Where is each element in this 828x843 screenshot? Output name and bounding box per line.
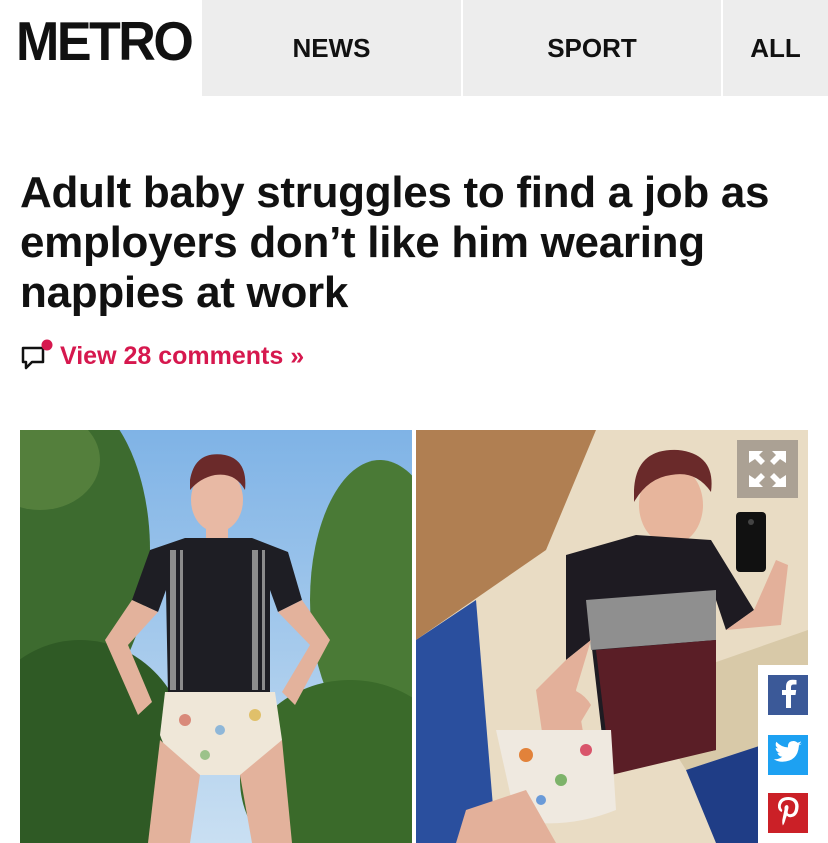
facebook-icon xyxy=(777,678,799,713)
expand-image-button[interactable] xyxy=(737,440,798,498)
social-share-bar xyxy=(758,665,818,843)
article-photo-left[interactable] xyxy=(20,430,412,843)
twitter-icon xyxy=(773,740,803,771)
nav-tab-news[interactable]: NEWS xyxy=(202,0,461,96)
nav-tab-all[interactable]: ALL xyxy=(723,0,828,96)
article-headline: Adult baby struggles to find a job as em… xyxy=(20,168,770,317)
site-header: METRO NEWS SPORT ALL xyxy=(0,0,828,97)
pinterest-icon xyxy=(776,796,800,831)
twitter-share-button[interactable] xyxy=(768,735,808,775)
comments-link-label[interactable]: View 28 comments » xyxy=(60,342,304,371)
comments-link[interactable]: View 28 comments » xyxy=(20,336,304,376)
facebook-share-button[interactable] xyxy=(768,675,808,715)
pinterest-share-button[interactable] xyxy=(768,793,808,833)
nav-tab-sport[interactable]: SPORT xyxy=(463,0,721,96)
expand-icon xyxy=(737,451,798,502)
comment-bubble-icon xyxy=(20,339,54,373)
metro-logo[interactable]: METRO xyxy=(16,11,198,74)
